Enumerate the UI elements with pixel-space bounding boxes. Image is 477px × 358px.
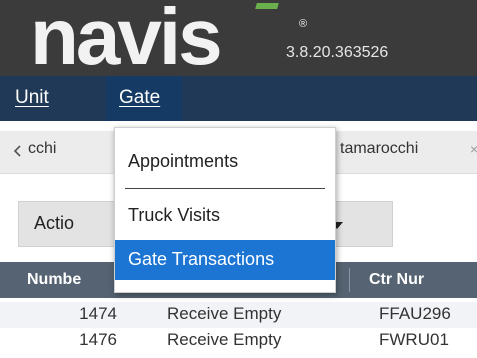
actions-label: Actio bbox=[34, 213, 75, 233]
cell-number: 1474 bbox=[79, 304, 117, 323]
column-header-ctr-nbr[interactable]: Ctr Nur bbox=[369, 262, 477, 298]
menu-unit[interactable]: Unit bbox=[15, 76, 100, 121]
gate-dropdown-menu: Appointments Truck Visits Gate Transacti… bbox=[114, 127, 336, 293]
menu-item-truck-visits[interactable]: Truck Visits bbox=[115, 196, 335, 236]
column-divider[interactable] bbox=[349, 268, 350, 292]
chevron-left-icon[interactable] bbox=[10, 143, 26, 159]
breadcrumb-item[interactable]: tamarocchi bbox=[340, 140, 418, 158]
logo-text: navis bbox=[30, 0, 223, 76]
breadcrumb-item[interactable]: cchi bbox=[28, 140, 56, 158]
menu-gate-label: Gate bbox=[119, 87, 161, 108]
navis-logo: navis ® bbox=[30, 0, 307, 76]
registered-mark: ® bbox=[299, 18, 308, 30]
menu-item-appointments[interactable]: Appointments bbox=[115, 142, 335, 182]
app-header: navis ® 3.8.20.363526 bbox=[0, 0, 477, 76]
cell-ctr-nbr: FFAU296 bbox=[379, 304, 451, 323]
menu-unit-label: Unit bbox=[15, 87, 49, 108]
menu-gate[interactable]: Gate bbox=[106, 76, 182, 121]
cell-ctr-nbr: FWRU01 bbox=[379, 330, 449, 349]
cell-number: 1476 bbox=[79, 330, 117, 349]
logo-accent-mark bbox=[255, 3, 279, 9]
cell-stage: Receive Empty bbox=[167, 330, 282, 349]
table-row[interactable]: 1476 Receive Empty FWRU01 bbox=[0, 328, 477, 354]
menu-bar: Unit Gate bbox=[0, 76, 477, 121]
menu-item-label: Gate Transactions bbox=[128, 249, 275, 269]
close-icon[interactable]: × bbox=[470, 141, 477, 157]
version-label: 3.8.20.363526 bbox=[286, 44, 389, 61]
menu-item-label: Appointments bbox=[128, 151, 239, 171]
menu-divider bbox=[125, 188, 325, 189]
cell-stage: Receive Empty bbox=[167, 304, 282, 323]
table-row[interactable]: 1474 Receive Empty FFAU296 bbox=[0, 302, 477, 328]
menu-item-gate-transactions[interactable]: Gate Transactions bbox=[115, 240, 335, 280]
menu-item-label: Truck Visits bbox=[128, 205, 221, 225]
